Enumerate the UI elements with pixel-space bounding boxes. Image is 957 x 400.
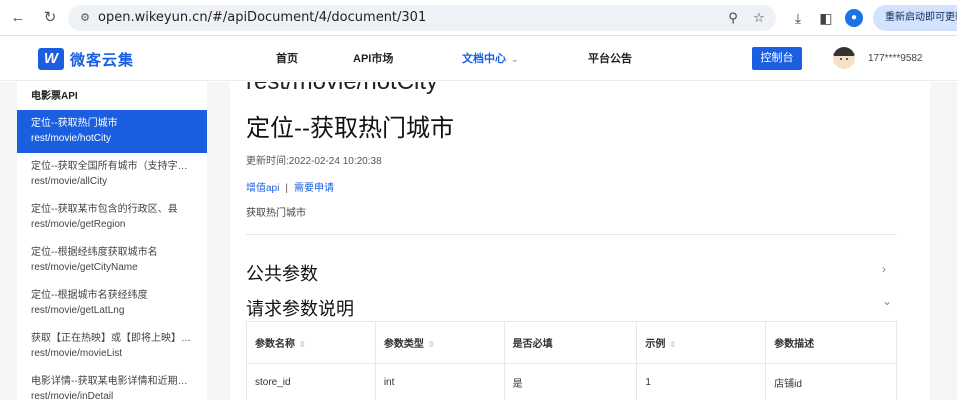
nav-api-market[interactable]: API市场 — [353, 37, 393, 81]
column-header: 参数描述 — [765, 321, 897, 364]
doc-description: 获取热门城市 — [246, 208, 306, 219]
endpoint-heading: rest/movie/hotCity — [246, 82, 438, 96]
sidebar-item-path: rest/movie/hotCity — [31, 133, 112, 144]
site-info-icon[interactable]: ⚙ — [78, 11, 92, 25]
sidebar-item-getcityname[interactable]: 定位--根据经纬度获取城市名 rest/movie/getCityName — [17, 239, 207, 282]
sort-icon[interactable]: ⇳ — [428, 340, 435, 349]
column-header[interactable]: 参数名称 ⇳ — [246, 321, 376, 364]
nav-docs-label: 文档中心 — [462, 53, 506, 65]
value-api-link[interactable]: 增值api — [246, 183, 279, 194]
column-header[interactable]: 示例 ⇳ — [636, 321, 767, 364]
updated-time: 更新时间:2022-02-24 10:20:38 — [246, 156, 382, 167]
sort-icon[interactable]: ⇳ — [299, 340, 306, 349]
sidebar-item-getregion[interactable]: 定位--获取某市包含的行政区、县 rest/movie/getRegion — [17, 196, 207, 239]
chevron-down-icon: ⌄ — [511, 54, 519, 64]
user-phone[interactable]: 177****9582 — [868, 37, 923, 81]
site-logo[interactable]: W 微客云集 — [38, 47, 134, 71]
reload-icon[interactable]: ↻ — [40, 8, 60, 28]
sidebar-item-path: rest/movie/getLatLng — [31, 305, 125, 316]
sidebar-item-path: rest/movie/getRegion — [31, 219, 126, 230]
sidebar-item-title: 定位--根据经纬度获取城市名 — [31, 247, 158, 258]
zoom-icon[interactable]: ⚲ — [723, 8, 743, 28]
user-avatar[interactable] — [833, 47, 855, 69]
side-panel-icon[interactable]: ◧ — [816, 8, 836, 28]
doc-tags: 增值api | 需要申请 — [246, 179, 334, 194]
bookmark-star-icon[interactable]: ☆ — [749, 8, 769, 28]
sidebar-title: 电影票API — [31, 91, 78, 102]
sidebar-item-hotcity[interactable]: 定位--获取热门城市 rest/movie/hotCity — [17, 110, 207, 153]
sidebar-item-title: 定位--获取某市包含的行政区、县 — [31, 204, 178, 215]
sidebar-item-title: 电影详情--获取某电影详情和近期所... — [31, 376, 193, 387]
chevron-down-icon[interactable]: ⌄ — [882, 294, 892, 308]
url-text[interactable]: open.wikeyun.cn/#/apiDocument/4/document… — [98, 5, 426, 31]
site-header: W 微客云集 首页 API市场 文档中心 ⌄ 平台公告 控制台 177****95… — [0, 37, 957, 81]
sidebar-item-title: 定位--获取热门城市 — [31, 118, 118, 129]
page-title: 定位--获取热门城市 — [246, 115, 454, 142]
sidebar-item-path: rest/movie/inDetail — [31, 391, 114, 400]
console-button[interactable]: 控制台 — [752, 47, 802, 70]
nav-docs[interactable]: 文档中心 ⌄ — [462, 37, 519, 81]
back-arrow-icon[interactable]: ← — [8, 8, 28, 28]
table-cell: 店铺id — [765, 363, 897, 400]
chevron-right-icon[interactable]: › — [882, 262, 886, 276]
update-button[interactable]: 重新启动即可更新 — [873, 5, 957, 31]
address-bar[interactable]: ⚙ open.wikeyun.cn/#/apiDocument/4/docume… — [68, 5, 776, 31]
sidebar-item-path: rest/movie/movieList — [31, 348, 123, 359]
sidebar-item-title: 定位--根据城市名获经纬度 — [31, 290, 148, 301]
doc-content: rest/movie/hotCity 定位--获取热门城市 更新时间:2022-… — [230, 82, 930, 400]
sidebar-item-getlatlng[interactable]: 定位--根据城市名获经纬度 rest/movie/getLatLng — [17, 282, 207, 325]
table-row: store_id int 是 1 店铺id — [246, 363, 897, 400]
table-cell: store_id — [246, 363, 376, 400]
table-cell: 是 — [503, 363, 638, 400]
logo-text: 微客云集 — [70, 51, 135, 69]
column-header[interactable]: 参数类型 ⇳ — [374, 321, 505, 364]
sidebar-item-allcity[interactable]: 定位--获取全国所有城市（支持字母... rest/movie/allCity — [17, 153, 207, 196]
sidebar-item-title: 获取【正在热映】或【即将上映】电... — [31, 333, 193, 344]
sidebar-item-indetail[interactable]: 电影详情--获取某电影详情和近期所... rest/movie/inDetail — [17, 368, 207, 400]
divider — [246, 234, 897, 235]
link-separator: | — [285, 183, 288, 194]
logo-mark: W — [38, 48, 64, 70]
nav-announcements[interactable]: 平台公告 — [588, 37, 632, 81]
table-cell: int — [374, 363, 505, 400]
section-public-params[interactable]: 公共参数 — [246, 260, 318, 286]
param-table: 参数名称 ⇳ 参数类型 ⇳ 是否必填 示例 ⇳ 参数描述 store_id int 是… — [246, 321, 897, 400]
sidebar-item-title: 定位--获取全国所有城市（支持字母... — [31, 161, 193, 172]
section-request-params[interactable]: 请求参数说明 — [246, 295, 354, 321]
sidebar-item-path: rest/movie/allCity — [31, 176, 108, 187]
download-icon[interactable]: ⤓ — [788, 8, 808, 28]
apply-link[interactable]: 需要申请 — [294, 183, 334, 194]
table-cell: 1 — [636, 363, 767, 400]
sidebar-item-movielist[interactable]: 获取【正在热映】或【即将上映】电... rest/movie/movieList — [17, 325, 207, 368]
column-header: 是否必填 — [503, 321, 638, 364]
profile-icon[interactable]: ● — [845, 9, 863, 27]
sidebar-item-path: rest/movie/getCityName — [31, 262, 138, 273]
sort-icon[interactable]: ⇳ — [669, 340, 676, 349]
nav-home[interactable]: 首页 — [276, 37, 298, 81]
table-header-row: 参数名称 ⇳ 参数类型 ⇳ 是否必填 示例 ⇳ 参数描述 — [246, 321, 897, 364]
sidebar: 电影票API 定位--获取热门城市 rest/movie/hotCity 定位-… — [17, 82, 207, 400]
browser-toolbar: ← ↻ ⚙ open.wikeyun.cn/#/apiDocument/4/do… — [0, 0, 957, 36]
